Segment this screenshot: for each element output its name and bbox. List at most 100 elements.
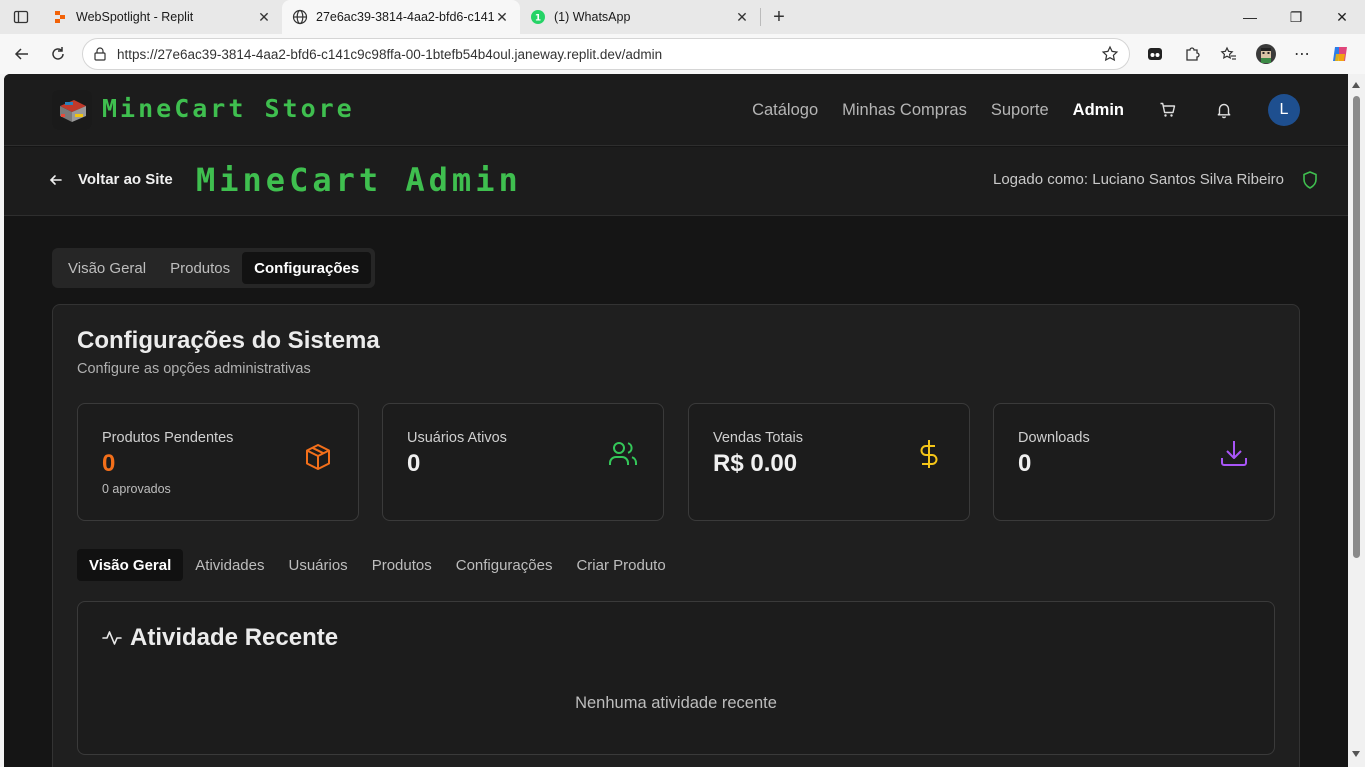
extension-button[interactable] (1136, 38, 1173, 70)
restore-button[interactable]: ❐ (1273, 0, 1319, 34)
admin-title: MineCart Admin (196, 161, 522, 199)
scrollbar-thumb[interactable] (1353, 96, 1360, 558)
subtab-atividades[interactable]: Atividades (183, 549, 276, 581)
scroll-up-icon[interactable] (1352, 82, 1360, 88)
back-button[interactable] (4, 38, 40, 70)
minecart-logo-icon (52, 90, 92, 130)
browser-toolbar: https://27e6ac39-3814-4aa2-bfd6-c141c9c9… (0, 34, 1365, 74)
page-viewport: MineCart Store Catálogo Minhas Compras S… (4, 74, 1348, 767)
new-tab-button[interactable]: + (761, 0, 797, 34)
admin-main-tabs: Visão Geral Produtos Configurações (52, 248, 376, 288)
stat-value: 0 (407, 450, 421, 477)
tab-title: 27e6ac39-3814-4aa2-bfd6-c141c (316, 10, 494, 24)
logged-in-user: Logado como: Luciano Santos Silva Ribeir… (992, 171, 1284, 188)
main-nav: Catálogo Minhas Compras Suporte Admin L (728, 92, 1300, 128)
address-bar[interactable]: https://27e6ac39-3814-4aa2-bfd6-c141c9c9… (82, 38, 1130, 70)
dollar-icon (920, 440, 938, 468)
store-brand[interactable]: MineCart Store (102, 94, 355, 123)
cart-icon[interactable] (1158, 100, 1178, 120)
tab-admin[interactable]: 27e6ac39-3814-4aa2-bfd6-c141c ✕ (282, 0, 520, 34)
activity-icon (102, 631, 122, 645)
stat-label: Produtos Pendentes (102, 430, 234, 446)
extensions-button[interactable] (1173, 38, 1210, 70)
stat-card-usuarios-ativos: Usuários Ativos 0 (382, 403, 664, 521)
stat-label: Downloads (1018, 430, 1090, 446)
store-logo[interactable] (52, 90, 92, 130)
arrow-left-icon (49, 174, 62, 185)
tab-title: (1) WhatsApp (554, 10, 631, 24)
stat-label: Vendas Totais (713, 430, 804, 446)
admin-header: Voltar ao Site MineCart Admin Logado com… (4, 147, 1348, 216)
stat-value: 0 (1018, 450, 1032, 477)
url-text[interactable]: https://27e6ac39-3814-4aa2-bfd6-c141c9c9… (117, 47, 1101, 62)
close-window-button[interactable]: ✕ (1319, 0, 1365, 34)
more-icon: ⋯ (1294, 46, 1311, 63)
puzzle-icon (1185, 47, 1200, 61)
refresh-button[interactable] (40, 38, 76, 70)
replit-icon (52, 9, 68, 25)
browser-window: WebSpotlight - Replit ✕ 27e6ac39-3814-4a… (0, 0, 1365, 767)
settings-sub-tabs: Visão Geral Atividades Usuários Produtos… (77, 549, 678, 581)
stat-value: 0 (102, 450, 116, 477)
back-to-site-link[interactable]: Voltar ao Site (48, 171, 173, 188)
tab-produtos[interactable]: Produtos (158, 252, 242, 284)
subtab-produtos[interactable]: Produtos (360, 549, 444, 581)
profile-button[interactable] (1247, 38, 1284, 70)
subtab-criar-produto[interactable]: Criar Produto (564, 549, 677, 581)
sidebar-icon (13, 10, 29, 24)
bell-icon[interactable] (1214, 100, 1234, 120)
back-label: Voltar ao Site (78, 171, 173, 188)
site-header: MineCart Store Catálogo Minhas Compras S… (4, 74, 1348, 146)
shield-icon (1303, 171, 1317, 189)
recent-activity-panel: Atividade Recente Nenhuma atividade rece… (77, 601, 1275, 755)
stat-card-produtos-pendentes: Produtos Pendentes 0 0 aprovados (77, 403, 359, 521)
settings-more-button[interactable]: ⋯ (1284, 38, 1321, 70)
package-icon (306, 444, 330, 470)
scroll-down-icon[interactable] (1352, 751, 1360, 757)
page-scrollbar[interactable] (1348, 74, 1365, 767)
users-icon (609, 442, 637, 465)
stat-label: Usuários Ativos (407, 430, 507, 446)
empty-state-text: Nenhuma atividade recente (575, 694, 777, 712)
close-icon[interactable]: ✕ (494, 9, 510, 25)
page-subtitle: Configure as opções administrativas (77, 361, 311, 377)
nav-admin[interactable]: Admin (1073, 101, 1124, 120)
user-avatar[interactable]: L (1268, 94, 1300, 126)
tab-configuracoes[interactable]: Configurações (242, 252, 372, 284)
tab-actions-button[interactable] (0, 0, 42, 34)
whatsapp-icon: 1 (530, 9, 546, 25)
copilot-button[interactable] (1321, 38, 1358, 70)
profile-avatar-icon (1255, 44, 1276, 64)
tab-visao-geral[interactable]: Visão Geral (56, 252, 158, 284)
page-title: Configurações do Sistema (77, 327, 380, 354)
subtab-configuracoes[interactable]: Configurações (444, 549, 565, 581)
nav-suporte[interactable]: Suporte (991, 101, 1049, 120)
stat-card-downloads: Downloads 0 (993, 403, 1275, 521)
stat-note: 0 aprovados (102, 482, 171, 496)
stat-card-vendas-totais: Vendas Totais R$ 0.00 (688, 403, 970, 521)
nav-catalogo[interactable]: Catálogo (752, 101, 818, 120)
arrow-left-icon (14, 48, 28, 60)
close-icon[interactable]: ✕ (734, 9, 750, 25)
window-controls: — ❐ ✕ (1227, 0, 1365, 34)
globe-icon (292, 9, 308, 25)
nav-minhas-compras[interactable]: Minhas Compras (842, 101, 967, 120)
tab-replit[interactable]: WebSpotlight - Replit ✕ (42, 0, 282, 34)
download-icon (1221, 441, 1247, 466)
svg-text:1: 1 (535, 14, 541, 24)
toolbar-actions: ⋯ (1136, 38, 1358, 70)
copilot-icon (1332, 47, 1347, 61)
extension-app-icon (1147, 48, 1162, 60)
close-icon[interactable]: ✕ (256, 9, 272, 25)
tab-strip: WebSpotlight - Replit ✕ 27e6ac39-3814-4a… (0, 0, 1365, 34)
subtab-usuarios[interactable]: Usuários (277, 549, 360, 581)
favorites-button[interactable] (1210, 38, 1247, 70)
tab-whatsapp[interactable]: 1 (1) WhatsApp ✕ (520, 0, 760, 34)
favorites-icon (1219, 46, 1236, 60)
tab-title: WebSpotlight - Replit (76, 10, 194, 24)
subtab-visao-geral[interactable]: Visão Geral (77, 549, 184, 581)
minimize-button[interactable]: — (1227, 0, 1273, 34)
star-icon[interactable] (1101, 45, 1119, 63)
site-info-icon[interactable] (93, 47, 107, 61)
stat-value: R$ 0.00 (713, 450, 798, 477)
